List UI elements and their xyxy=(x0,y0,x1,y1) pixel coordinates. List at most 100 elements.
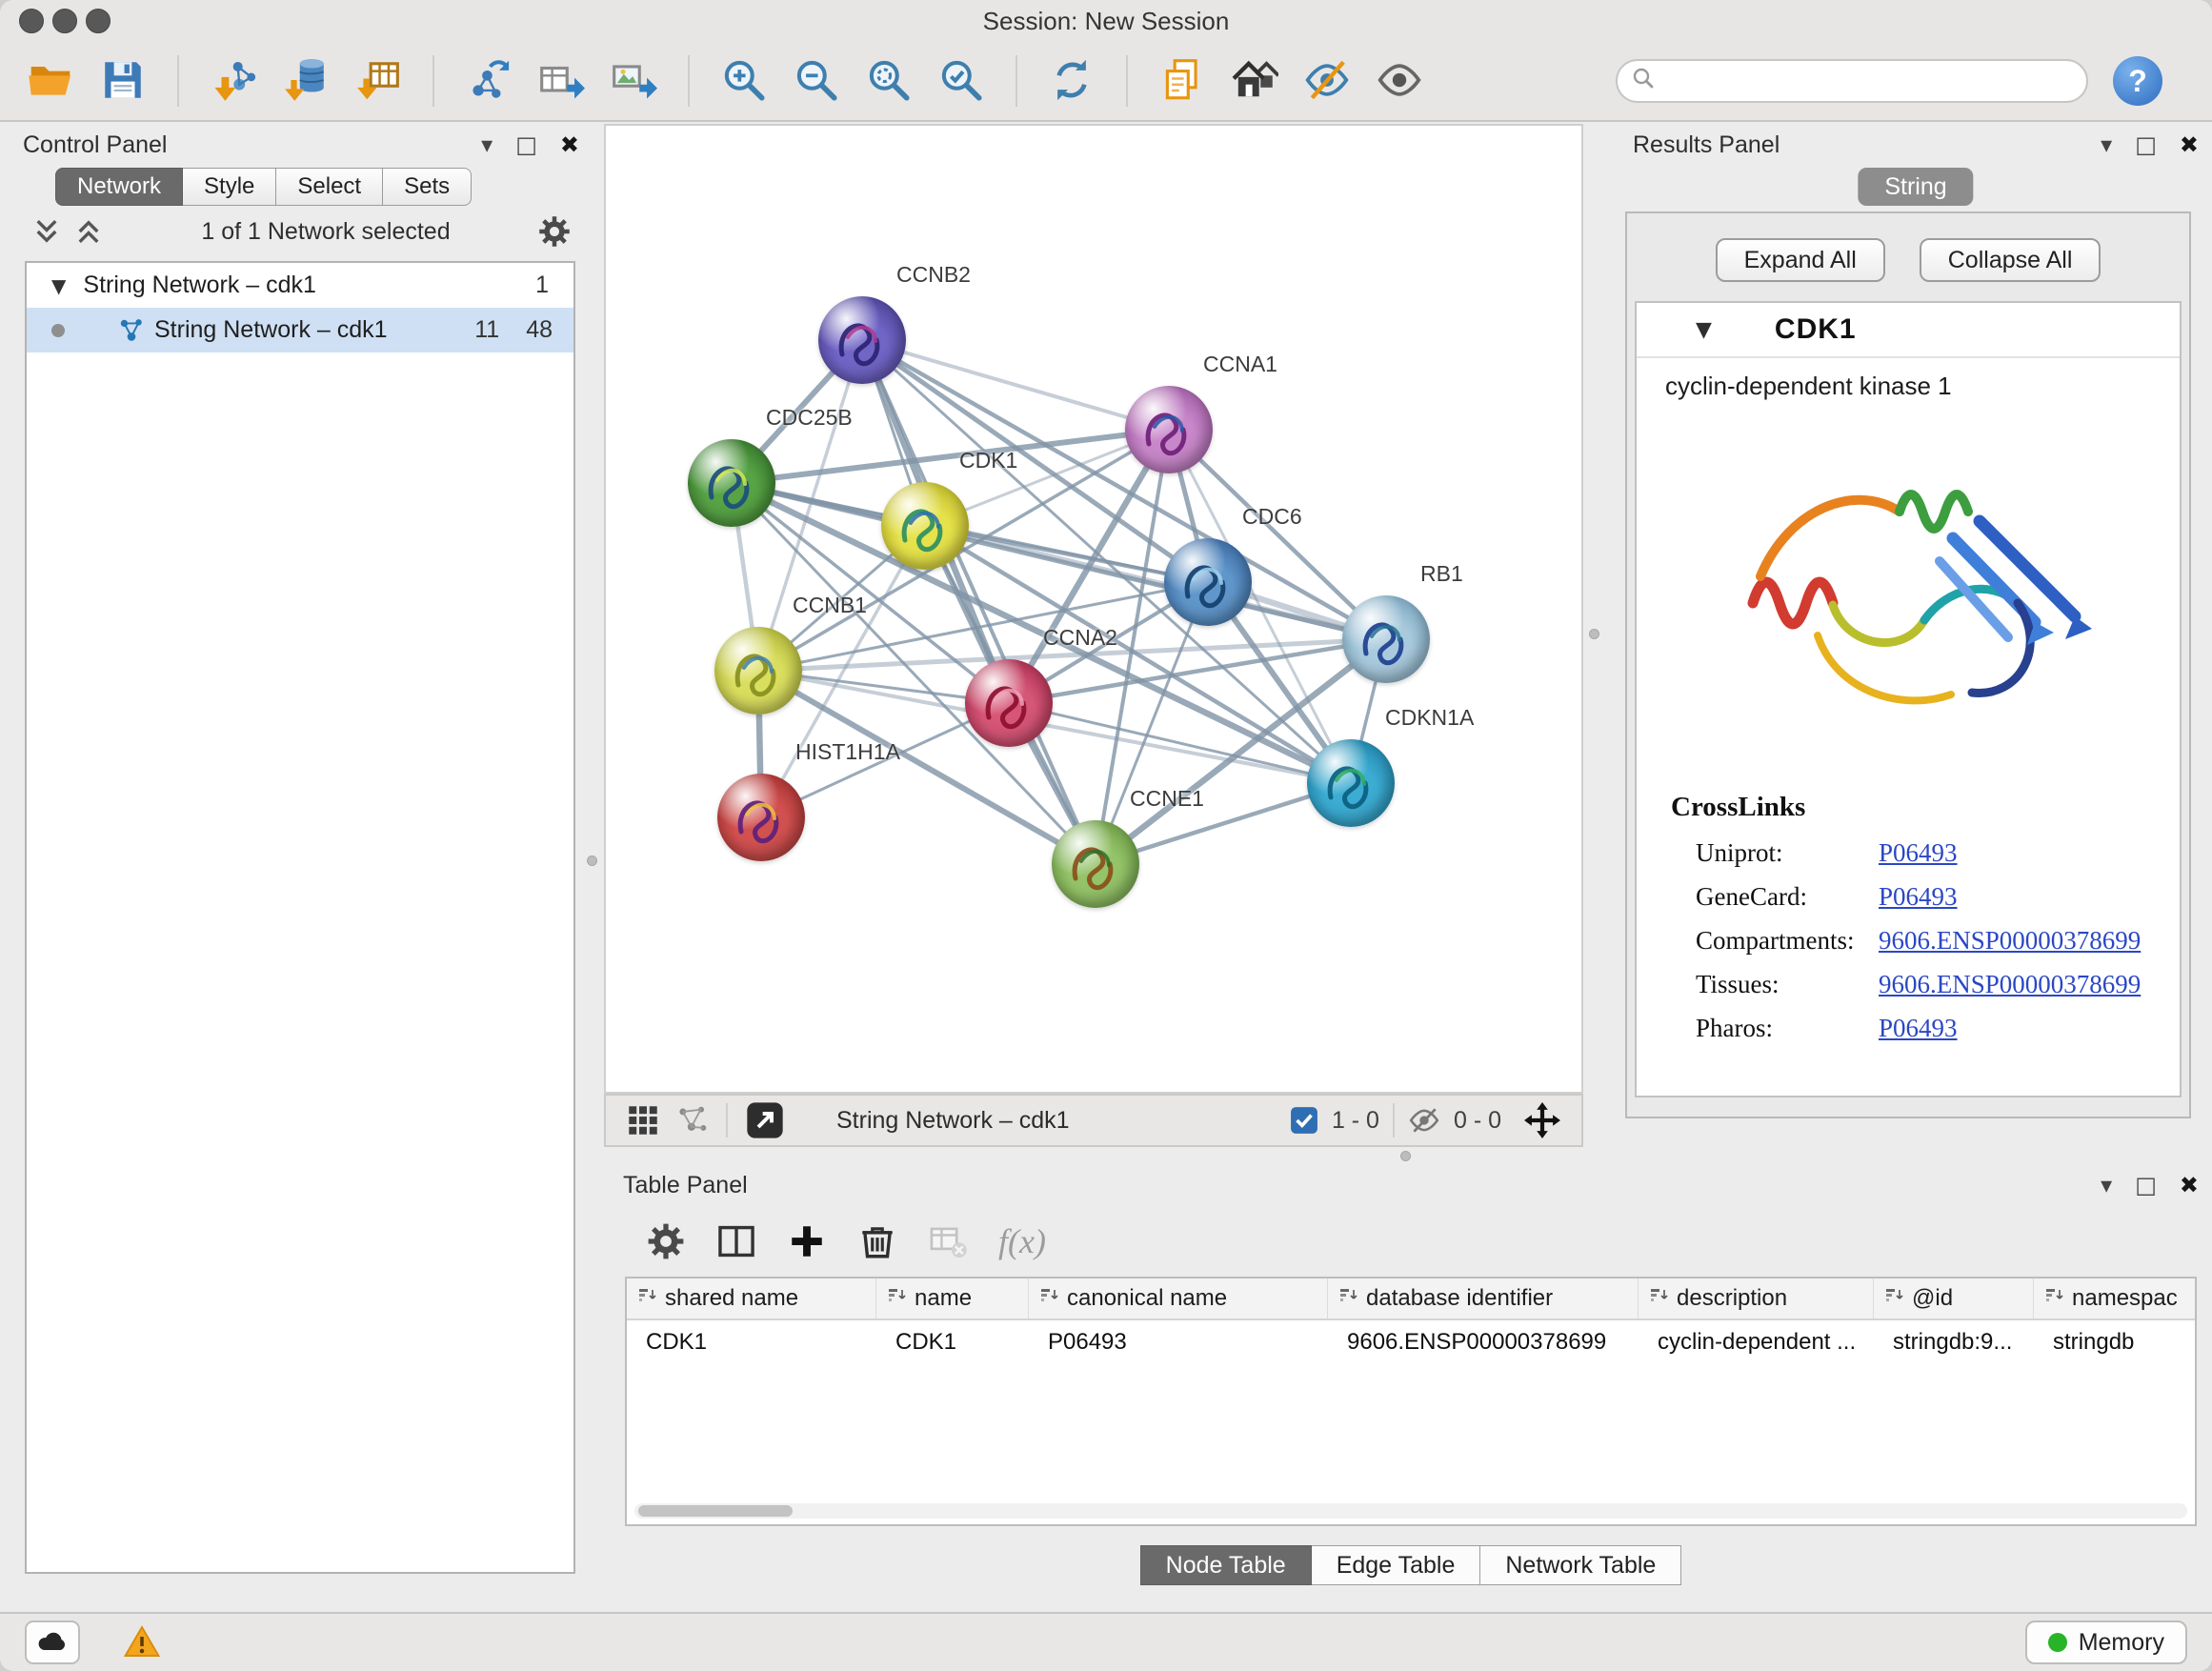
vertical-splitter-handle[interactable] xyxy=(1589,629,1599,639)
export-network-button[interactable] xyxy=(461,50,516,111)
scrollbar-thumb[interactable] xyxy=(638,1505,793,1517)
tab-style[interactable]: Style xyxy=(183,168,276,206)
export-table-button[interactable] xyxy=(533,50,589,111)
column-header--id[interactable]: @id xyxy=(1874,1278,2034,1319)
protein-thumbnail-icon xyxy=(881,482,969,570)
import-network-database-button[interactable] xyxy=(278,50,333,111)
memory-button[interactable]: Memory xyxy=(2025,1621,2187,1664)
network-node-ccnb2[interactable] xyxy=(818,296,906,384)
crosslink-link[interactable]: 9606.ENSP00000378699 xyxy=(1879,926,2141,956)
export-image-button[interactable] xyxy=(606,50,661,111)
search-box[interactable] xyxy=(1616,59,2088,103)
help-button[interactable]: ? xyxy=(2113,56,2162,106)
collapse-all-networks-icon[interactable] xyxy=(30,215,63,248)
add-column-icon[interactable] xyxy=(787,1221,827,1261)
network-edge[interactable] xyxy=(862,340,1169,430)
selected-checkbox-icon[interactable] xyxy=(1290,1106,1318,1135)
table-settings-icon[interactable] xyxy=(646,1221,686,1261)
network-node-cdc25b[interactable] xyxy=(688,439,775,527)
move-tool-icon[interactable] xyxy=(1524,1102,1560,1138)
tab-network-table[interactable]: Network Table xyxy=(1480,1545,1681,1585)
network-node-cdc6[interactable] xyxy=(1164,538,1252,626)
panel-float-icon[interactable]: □ xyxy=(515,131,537,158)
table-row[interactable]: CDK1CDK1P064939606.ENSP00000378699cyclin… xyxy=(627,1320,2195,1364)
network-node-hist1h1a[interactable] xyxy=(717,774,805,861)
zoom-in-button[interactable] xyxy=(716,50,772,111)
network-row[interactable]: String Network – cdk1 11 48 xyxy=(27,308,573,352)
column-header-description[interactable]: description xyxy=(1639,1278,1874,1319)
crosslink-link[interactable]: 9606.ENSP00000378699 xyxy=(1879,970,2141,999)
panel-close-icon[interactable]: ✖ xyxy=(560,131,579,158)
network-node-ccne1[interactable] xyxy=(1052,820,1139,908)
network-collection-row[interactable]: ▼ String Network – cdk1 1 xyxy=(27,263,573,308)
zoom-window-button[interactable] xyxy=(86,9,111,33)
expand-all-networks-icon[interactable] xyxy=(72,215,105,248)
delete-column-icon[interactable] xyxy=(857,1221,897,1261)
collapse-entry-icon[interactable]: ▼ xyxy=(1696,318,1712,342)
network-canvas[interactable]: CCNB2CCNA1CDC25BCDK1CDC6RB1CCNB1CCNA2CDK… xyxy=(604,124,1583,1094)
show-columns-icon[interactable] xyxy=(716,1221,756,1261)
protein-card-header[interactable]: ▼ CDK1 xyxy=(1637,303,2180,358)
import-network-file-button[interactable] xyxy=(206,50,261,111)
minimize-window-button[interactable] xyxy=(52,9,77,33)
panel-float-icon[interactable]: □ xyxy=(2135,1172,2157,1198)
panel-close-icon[interactable]: ✖ xyxy=(2180,131,2199,158)
collection-expander-icon[interactable]: ▼ xyxy=(51,274,66,297)
open-doc-button[interactable] xyxy=(1155,50,1210,111)
zoom-selected-button[interactable] xyxy=(934,50,989,111)
tab-string[interactable]: String xyxy=(1858,168,1973,206)
grid-view-icon[interactable] xyxy=(627,1104,659,1137)
zoom-fit-button[interactable] xyxy=(861,50,916,111)
column-header-canonical-name[interactable]: canonical name xyxy=(1029,1278,1328,1319)
horizontal-splitter-handle[interactable] xyxy=(1400,1151,1411,1161)
save-session-icon xyxy=(99,56,147,107)
column-header-shared-name[interactable]: shared name xyxy=(627,1278,876,1319)
function-builder-icon[interactable]: f(x) xyxy=(998,1221,1046,1261)
hidden-eye-icon[interactable] xyxy=(1408,1104,1440,1137)
show-details-button[interactable] xyxy=(1372,50,1427,111)
cloud-button[interactable] xyxy=(25,1621,80,1664)
export-view-icon[interactable] xyxy=(745,1100,785,1140)
zoom-out-button[interactable] xyxy=(789,50,844,111)
close-window-button[interactable] xyxy=(19,9,44,33)
hide-details-button[interactable] xyxy=(1299,50,1355,111)
panel-menu-icon[interactable]: ▾ xyxy=(2101,1172,2112,1198)
tab-sets[interactable]: Sets xyxy=(383,168,472,206)
birdseye-view-icon[interactable] xyxy=(676,1104,709,1137)
import-table-file-button[interactable] xyxy=(351,50,406,111)
network-options-gear-icon[interactable] xyxy=(537,214,572,249)
crosslink-link[interactable]: P06493 xyxy=(1879,838,1958,868)
panel-close-icon[interactable]: ✖ xyxy=(2180,1172,2199,1198)
network-node-ccna1[interactable] xyxy=(1125,386,1213,473)
network-node-cdkn1a[interactable] xyxy=(1307,739,1395,827)
panel-menu-icon[interactable]: ▾ xyxy=(2101,131,2112,158)
crosslink-label: Compartments: xyxy=(1696,926,1879,956)
network-node-rb1[interactable] xyxy=(1342,595,1430,683)
column-header-database-identifier[interactable]: database identifier xyxy=(1328,1278,1639,1319)
network-node-ccna2[interactable] xyxy=(965,659,1053,747)
tab-edge-table[interactable]: Edge Table xyxy=(1312,1545,1481,1585)
expand-all-button[interactable]: Expand All xyxy=(1716,238,1885,282)
home-button[interactable] xyxy=(1227,50,1282,111)
column-header-name[interactable]: name xyxy=(876,1278,1029,1319)
network-edge[interactable] xyxy=(758,671,1351,783)
column-header-namespac[interactable]: namespac xyxy=(2034,1278,2197,1319)
tab-network[interactable]: Network xyxy=(55,168,183,206)
vertical-splitter-handle[interactable] xyxy=(587,856,597,866)
network-node-ccnb1[interactable] xyxy=(714,627,802,715)
warnings-button[interactable] xyxy=(114,1621,170,1664)
panel-menu-icon[interactable]: ▾ xyxy=(481,131,493,158)
delete-table-icon[interactable] xyxy=(928,1221,968,1261)
collapse-all-button[interactable]: Collapse All xyxy=(1920,238,2101,282)
refresh-view-button[interactable] xyxy=(1044,50,1099,111)
tab-select[interactable]: Select xyxy=(276,168,383,206)
save-session-button[interactable] xyxy=(95,50,151,111)
tab-node-table[interactable]: Node Table xyxy=(1140,1545,1312,1585)
open-file-button[interactable] xyxy=(23,50,78,111)
panel-float-icon[interactable]: □ xyxy=(2135,131,2157,158)
network-node-cdk1[interactable] xyxy=(881,482,969,570)
crosslink-link[interactable]: P06493 xyxy=(1879,1014,1958,1043)
crosslink-link[interactable]: P06493 xyxy=(1879,882,1958,912)
horizontal-scrollbar[interactable] xyxy=(634,1503,2187,1519)
search-input[interactable] xyxy=(1665,68,2073,94)
